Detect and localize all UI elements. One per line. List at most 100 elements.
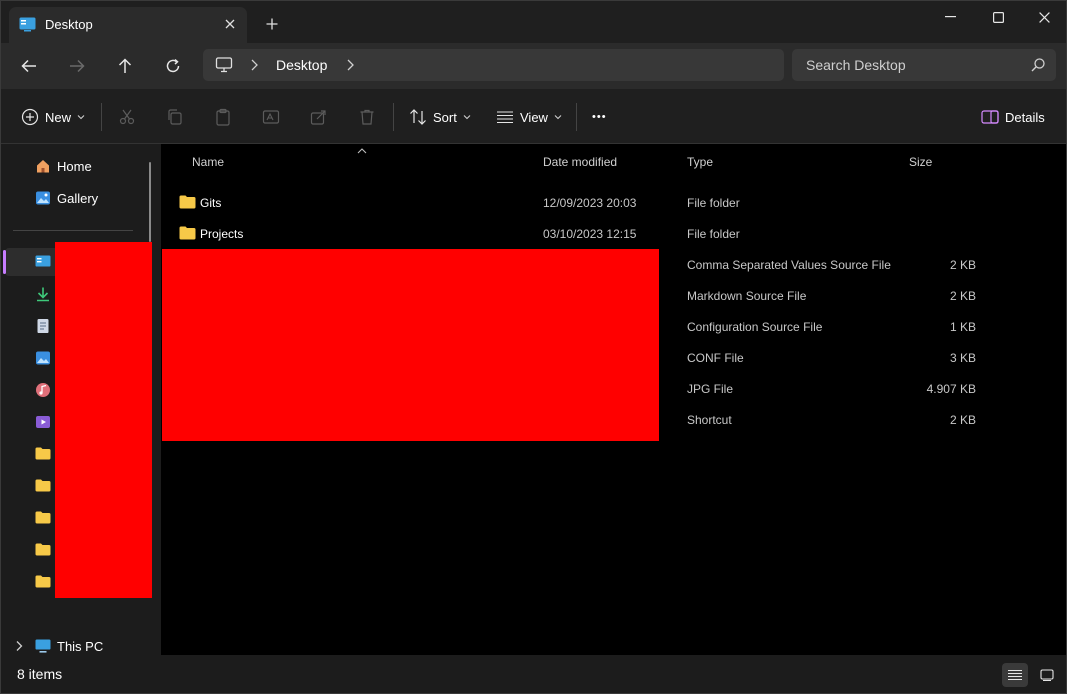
toolbar-divider <box>393 103 394 131</box>
folder-icon[interactable] <box>35 575 51 588</box>
rename-icon <box>262 110 280 124</box>
videos-icon[interactable] <box>35 414 51 430</box>
folder-icon[interactable] <box>35 447 51 460</box>
maximize-button[interactable] <box>974 1 1022 33</box>
file-type: File folder <box>687 196 740 210</box>
chevron-down-icon <box>554 115 562 120</box>
paste-button[interactable] <box>212 106 234 128</box>
table-row[interactable]: Gits 12/09/2023 20:03 File folder <box>161 187 1066 218</box>
toolbar-divider <box>101 103 102 131</box>
view-button[interactable]: View <box>496 103 562 131</box>
share-icon <box>310 110 326 125</box>
folder-icon <box>179 226 196 240</box>
trash-icon <box>360 109 374 125</box>
tab-desktop[interactable]: Desktop <box>9 7 247 43</box>
up-button[interactable] <box>109 51 141 81</box>
view-list-icon <box>497 111 513 124</box>
table-row[interactable]: Projects 03/10/2023 12:15 File folder <box>161 218 1066 249</box>
this-pc-icon <box>35 639 51 653</box>
back-button[interactable] <box>13 51 45 81</box>
new-tab-button[interactable] <box>261 13 283 35</box>
address-row: Desktop Search Desktop <box>1 43 1066 89</box>
details-pane-icon <box>981 110 999 124</box>
file-type: Markdown Source File <box>687 289 807 303</box>
column-header-name[interactable]: Name <box>192 155 224 169</box>
search-placeholder: Search Desktop <box>806 57 906 73</box>
music-icon[interactable] <box>35 382 51 398</box>
file-type: Comma Separated Values Source File <box>687 258 891 272</box>
file-type: CONF File <box>687 351 744 365</box>
rename-button[interactable] <box>260 106 282 128</box>
maximize-icon <box>992 11 1004 23</box>
file-explorer-window: Desktop Desktop Search Desktop New Sort … <box>0 0 1067 694</box>
minimize-button[interactable] <box>926 1 974 33</box>
column-header-type[interactable]: Type <box>687 155 713 169</box>
chevron-down-icon <box>463 115 471 120</box>
home-icon <box>37 160 49 173</box>
share-button[interactable] <box>308 106 330 128</box>
refresh-button[interactable] <box>157 51 189 81</box>
sidebar-item-label: Gallery <box>57 191 99 206</box>
view-label: View <box>520 109 548 125</box>
details-label: Details <box>1005 109 1045 125</box>
details-view-icon <box>1008 669 1022 681</box>
chevron-right-icon[interactable] <box>343 57 357 73</box>
file-date: 03/10/2023 12:15 <box>543 227 637 241</box>
arrow-up-icon <box>118 58 132 73</box>
plus-icon <box>266 18 278 30</box>
pictures-icon[interactable] <box>35 350 51 366</box>
sidebar-item-home[interactable]: Home <box>1 152 151 180</box>
sort-button[interactable]: Sort <box>409 103 471 131</box>
details-pane-button[interactable]: Details <box>981 103 1045 131</box>
redacted-region <box>162 249 659 441</box>
sort-ascending-icon <box>357 148 367 154</box>
breadcrumb-desktop[interactable]: Desktop <box>276 57 327 73</box>
documents-icon[interactable] <box>35 318 51 334</box>
column-header-size[interactable]: Size <box>909 155 932 169</box>
close-window-button[interactable] <box>1020 1 1066 33</box>
tab-close-button[interactable] <box>219 13 241 35</box>
downloads-icon[interactable] <box>35 286 51 302</box>
search-input[interactable]: Search Desktop <box>792 49 1056 81</box>
refresh-icon <box>166 58 180 73</box>
selection-indicator <box>3 250 6 274</box>
folder-icon[interactable] <box>35 543 51 556</box>
arrow-left-icon <box>21 59 36 73</box>
title-bar: Desktop <box>1 1 1066 43</box>
navigation-pane: Home Gallery This PC <box>1 144 161 655</box>
new-button[interactable]: New <box>21 103 85 131</box>
item-count: 8 items <box>17 666 63 682</box>
file-date: 12/09/2023 20:03 <box>543 196 637 210</box>
tiles-view-icon <box>1040 669 1054 681</box>
close-icon <box>225 19 235 29</box>
forward-button[interactable] <box>61 51 93 81</box>
desktop-icon <box>19 17 36 32</box>
sort-icon <box>410 109 426 125</box>
sidebar-item-gallery[interactable]: Gallery <box>1 184 151 212</box>
file-size: 2 KB <box>949 413 976 427</box>
file-size: 1 KB <box>949 320 976 334</box>
more-options-button[interactable]: ••• <box>592 103 607 131</box>
delete-button[interactable] <box>356 106 378 128</box>
folder-icon[interactable] <box>35 511 51 524</box>
column-header-date[interactable]: Date modified <box>543 155 617 169</box>
command-bar: New Sort View ••• Details <box>1 89 1066 144</box>
chevron-right-icon[interactable] <box>247 57 261 73</box>
sidebar-item-label: Home <box>57 159 92 174</box>
tiles-view-button[interactable] <box>1034 663 1060 687</box>
gallery-icon <box>36 191 50 205</box>
details-view-button[interactable] <box>1002 663 1028 687</box>
arrow-right-icon <box>70 59 85 73</box>
toolbar-divider <box>576 103 577 131</box>
copy-button[interactable] <box>164 106 186 128</box>
address-bar[interactable]: Desktop <box>203 49 784 81</box>
file-size: 4.907 KB <box>926 382 976 396</box>
close-icon <box>1038 11 1050 23</box>
folder-icon[interactable] <box>35 479 51 492</box>
file-list: Name Date modified Type Size Gits 12/09/… <box>161 144 1066 655</box>
redacted-region <box>55 242 152 598</box>
desktop-icon <box>35 255 51 267</box>
folder-icon <box>179 195 196 209</box>
cut-button[interactable] <box>116 106 138 128</box>
file-type: File folder <box>687 227 740 241</box>
